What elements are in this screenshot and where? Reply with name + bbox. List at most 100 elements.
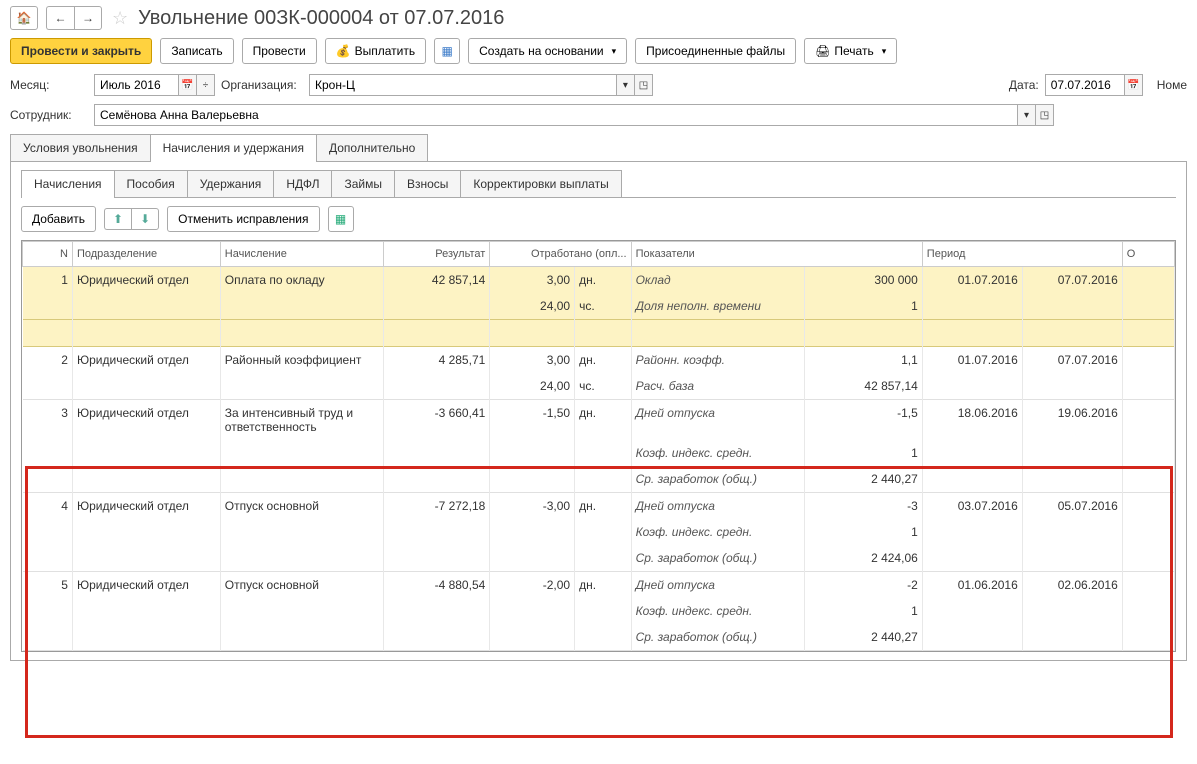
table-cell[interactable]: чс.	[575, 373, 632, 400]
tab-conditions[interactable]: Условия увольнения	[10, 134, 151, 161]
table-cell[interactable]: -3 660,41	[383, 400, 490, 441]
table-cell[interactable]	[72, 624, 220, 651]
table-cell[interactable]	[575, 545, 632, 572]
subtab-loans[interactable]: Займы	[331, 170, 395, 197]
table-cell[interactable]	[383, 598, 490, 624]
table-cell[interactable]	[1122, 624, 1174, 651]
table-cell[interactable]: дн.	[575, 267, 632, 294]
table-row[interactable]: 4Юридический отделОтпуск основной-7 272,…	[23, 493, 1175, 520]
table-cell[interactable]: 1	[805, 440, 922, 466]
table-cell[interactable]: Отпуск основной	[220, 493, 383, 520]
table-cell[interactable]: чс.	[575, 293, 632, 320]
table-cell[interactable]	[575, 320, 632, 347]
table-row[interactable]: Коэф. индекс. средн.1	[23, 519, 1175, 545]
add-button[interactable]: Добавить	[21, 206, 96, 232]
table-cell[interactable]: Ср. заработок (общ.)	[631, 545, 805, 572]
table-cell[interactable]: 01.06.2016	[922, 572, 1022, 599]
table-cell[interactable]: 3,00	[490, 347, 575, 374]
subtab-ndfl[interactable]: НДФЛ	[273, 170, 332, 197]
move-down-button[interactable]: ⬇	[131, 208, 159, 230]
table-cell[interactable]	[220, 373, 383, 400]
open-icon[interactable]: ◳	[635, 74, 653, 96]
table-cell[interactable]: 5	[23, 572, 73, 599]
table-cell[interactable]	[1022, 440, 1122, 466]
table-cell[interactable]: дн.	[575, 493, 632, 520]
month-input[interactable]	[94, 74, 179, 96]
table-cell[interactable]	[922, 545, 1022, 572]
table-cell[interactable]: 4	[23, 493, 73, 520]
table-cell[interactable]	[575, 598, 632, 624]
table-cell[interactable]: 300 000	[805, 267, 922, 294]
table-cell[interactable]	[490, 598, 575, 624]
table-cell[interactable]: 1	[805, 293, 922, 320]
table-cell[interactable]: 05.07.2016	[1022, 493, 1122, 520]
create-based-button[interactable]: Создать на основании	[468, 38, 627, 64]
table-cell[interactable]	[575, 519, 632, 545]
table-cell[interactable]: Коэф. индекс. средн.	[631, 440, 805, 466]
table-cell[interactable]: 3,00	[490, 267, 575, 294]
table-cell[interactable]	[72, 519, 220, 545]
home-button[interactable]: 🏠	[10, 6, 38, 30]
table-cell[interactable]	[922, 293, 1022, 320]
table-cell[interactable]	[1122, 493, 1174, 520]
table-cell[interactable]	[220, 624, 383, 651]
table-cell[interactable]	[490, 545, 575, 572]
table-row[interactable]: 1Юридический отделОплата по окладу42 857…	[23, 267, 1175, 294]
table-cell[interactable]: 1,1	[805, 347, 922, 374]
table-cell[interactable]	[1022, 598, 1122, 624]
subtab-deductions[interactable]: Удержания	[187, 170, 275, 197]
table-cell[interactable]: -3,00	[490, 493, 575, 520]
table-cell[interactable]	[1122, 320, 1174, 347]
table-cell[interactable]	[1022, 545, 1122, 572]
table-cell[interactable]: Районный коэффициент	[220, 347, 383, 374]
table-cell[interactable]: Оклад	[631, 267, 805, 294]
process-button[interactable]: Провести	[242, 38, 317, 64]
table-row[interactable]: 5Юридический отделОтпуск основной-4 880,…	[23, 572, 1175, 599]
table-cell[interactable]: 18.06.2016	[922, 400, 1022, 441]
table-cell[interactable]	[383, 440, 490, 466]
table-cell[interactable]	[1122, 267, 1174, 294]
move-up-button[interactable]: ⬆	[104, 208, 131, 230]
table-cell[interactable]	[23, 519, 73, 545]
table-cell[interactable]: 4 285,71	[383, 347, 490, 374]
table-cell[interactable]: Районн. коэфф.	[631, 347, 805, 374]
table-cell[interactable]: 19.06.2016	[1022, 400, 1122, 441]
table-cell[interactable]	[383, 624, 490, 651]
forward-button[interactable]: →	[74, 6, 102, 30]
table-cell[interactable]	[1122, 347, 1174, 374]
tab-accruals[interactable]: Начисления и удержания	[150, 134, 317, 161]
favorite-icon[interactable]: ☆	[112, 8, 128, 29]
table-cell[interactable]: 1	[23, 267, 73, 294]
table-cell[interactable]	[922, 598, 1022, 624]
table-cell[interactable]	[575, 466, 632, 493]
header-n[interactable]: N	[23, 242, 73, 267]
table-cell[interactable]	[1022, 293, 1122, 320]
header-accrual[interactable]: Начисление	[220, 242, 383, 267]
header-indicators[interactable]: Показатели	[631, 242, 922, 267]
pay-button[interactable]: 💰Выплатить	[325, 38, 426, 64]
table-cell[interactable]	[1122, 466, 1174, 493]
table-cell[interactable]: Дней отпуска	[631, 400, 805, 441]
table-cell[interactable]	[1022, 519, 1122, 545]
dropdown-icon[interactable]: ▾	[617, 74, 635, 96]
table-row[interactable]: 2Юридический отделРайонный коэффициент4 …	[23, 347, 1175, 374]
table-cell[interactable]	[1122, 373, 1174, 400]
table-cell[interactable]	[72, 293, 220, 320]
table-row[interactable]: Коэф. индекс. средн.1	[23, 598, 1175, 624]
table-cell[interactable]	[23, 373, 73, 400]
cancel-fix-button[interactable]: Отменить исправления	[167, 206, 319, 232]
table-cell[interactable]	[490, 320, 575, 347]
header-last[interactable]: О	[1122, 242, 1174, 267]
subtab-accruals[interactable]: Начисления	[21, 170, 115, 197]
table-cell[interactable]: 01.07.2016	[922, 347, 1022, 374]
table-cell[interactable]	[72, 466, 220, 493]
table-cell[interactable]: дн.	[575, 347, 632, 374]
table-cell[interactable]: Ср. заработок (общ.)	[631, 624, 805, 651]
table-cell[interactable]	[1122, 572, 1174, 599]
table-cell[interactable]: Юридический отдел	[72, 400, 220, 441]
table-cell[interactable]	[1122, 545, 1174, 572]
table-cell[interactable]	[220, 440, 383, 466]
table-cell[interactable]: Отпуск основной	[220, 572, 383, 599]
table-row[interactable]: Ср. заработок (общ.)2 440,27	[23, 624, 1175, 651]
table-cell[interactable]	[1022, 373, 1122, 400]
